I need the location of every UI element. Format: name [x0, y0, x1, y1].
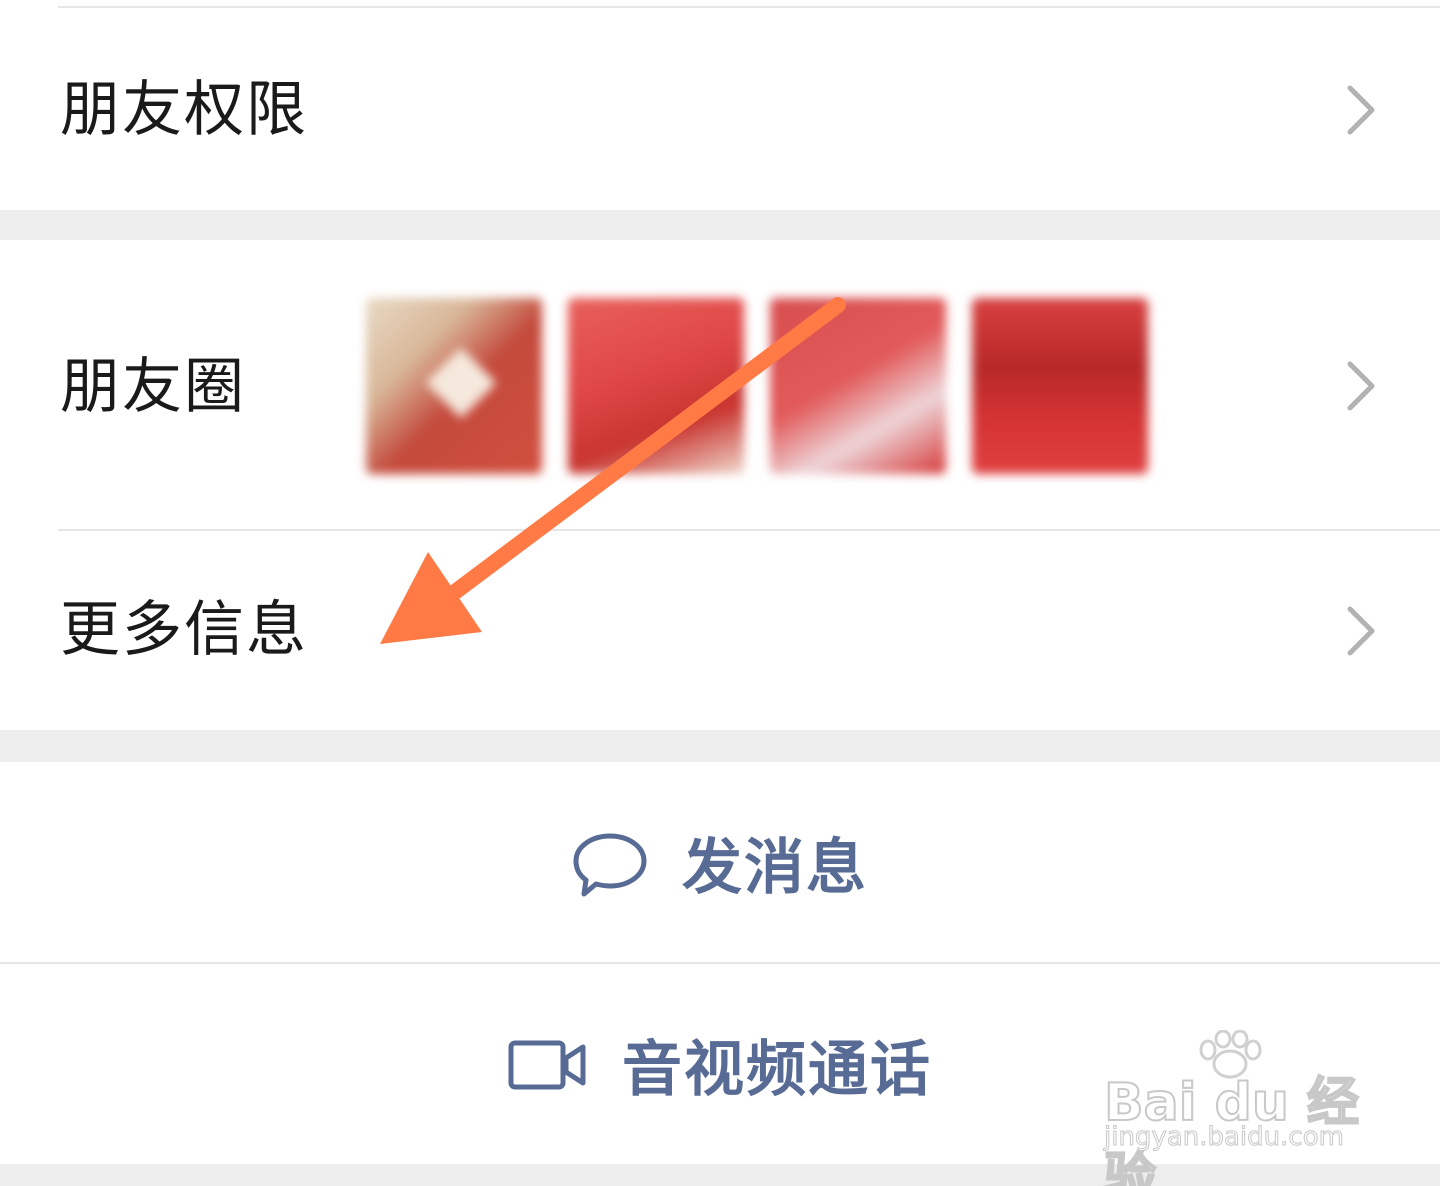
arrow-annotation [380, 297, 846, 644]
contact-profile-screen: 朋友权限 朋友圈 更多信息 发消息 音视频通话 Bai du 经验 jingya… [0, 0, 1440, 1186]
